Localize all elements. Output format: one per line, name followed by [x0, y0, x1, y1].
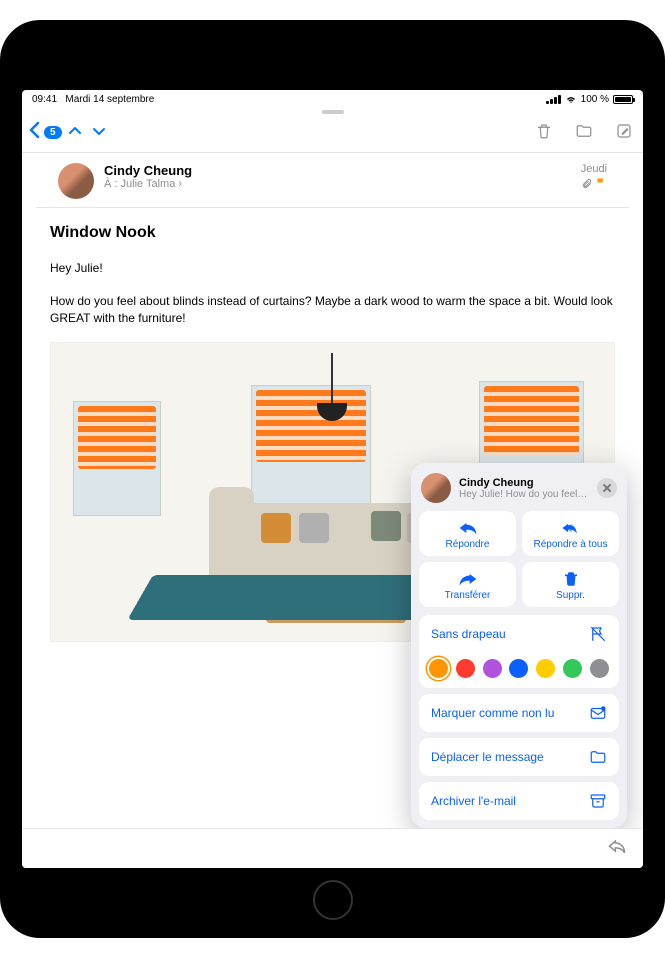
multitask-indicator[interactable]: [22, 103, 643, 117]
forward-button[interactable]: Transférer: [419, 562, 516, 607]
flag-icon: [595, 178, 607, 192]
chevron-right-icon: ›: [178, 178, 182, 190]
archive-label: Archiver l'e-mail: [431, 794, 516, 808]
recipient-name: Julie Talma: [121, 178, 176, 190]
forward-label: Transférer: [445, 590, 491, 601]
flag-off-icon: [589, 625, 607, 643]
popover-avatar: [421, 473, 451, 503]
popover-sender: Cindy Cheung: [459, 477, 589, 489]
mail-body-text: How do you feel about blinds instead of …: [50, 293, 615, 327]
reply-all-label: Répondre à tous: [534, 539, 608, 550]
flag-color-6[interactable]: [590, 659, 609, 678]
mail-subject: Window Nook: [50, 224, 615, 242]
archive-icon: [589, 792, 607, 810]
mail-navbar: 5: [22, 117, 643, 153]
next-message-button[interactable]: [92, 124, 106, 141]
envelope-dot-icon: [589, 704, 607, 722]
move-message-button[interactable]: Déplacer le message: [419, 738, 619, 776]
mark-unread-label: Marquer comme non lu: [431, 706, 554, 720]
trash-button[interactable]: [535, 122, 553, 143]
ipad-frame: 09:41 Mardi 14 septembre 100 % 5: [0, 20, 665, 938]
header-right: Jeudi: [581, 163, 607, 199]
mail-header: Cindy Cheung À : Julie Talma › Jeudi: [36, 153, 629, 208]
popover-header: Cindy Cheung Hey Julie! How do you feel …: [421, 473, 617, 503]
screen: 09:41 Mardi 14 septembre 100 % 5: [22, 90, 643, 868]
unflag-label: Sans drapeau: [431, 627, 506, 641]
bottom-toolbar: [22, 828, 643, 868]
to-prefix: À :: [104, 178, 117, 190]
flag-color-4[interactable]: [536, 659, 555, 678]
archive-button[interactable]: Archiver l'e-mail: [419, 782, 619, 820]
actions-popover: Cindy Cheung Hey Julie! How do you feel …: [411, 463, 627, 828]
move-button[interactable]: [575, 122, 593, 143]
reply-all-button[interactable]: Répondre à tous: [522, 511, 619, 556]
reply-label: Répondre: [446, 539, 490, 550]
compose-button[interactable]: [615, 122, 633, 143]
close-popover-button[interactable]: [597, 478, 617, 498]
prev-message-button[interactable]: [68, 124, 82, 141]
home-button[interactable]: [313, 880, 353, 920]
folder-icon: [589, 748, 607, 766]
delete-button[interactable]: Suppr.: [522, 562, 619, 607]
flag-color-1[interactable]: [456, 659, 475, 678]
wifi-icon: [565, 93, 577, 105]
header-meta: Cindy Cheung À : Julie Talma ›: [104, 163, 571, 199]
flag-section: Sans drapeau: [419, 615, 619, 688]
battery-icon: [613, 95, 633, 104]
sender-avatar[interactable]: [58, 163, 94, 199]
nav-left: 5: [28, 121, 108, 144]
unflag-button[interactable]: Sans drapeau: [419, 615, 619, 653]
flag-color-3[interactable]: [509, 659, 528, 678]
flag-color-row: [419, 653, 619, 688]
mail-greeting: Hey Julie!: [50, 260, 615, 277]
reply-toolbar-button[interactable]: [607, 837, 627, 860]
back-button[interactable]: [28, 121, 40, 144]
sender-name[interactable]: Cindy Cheung: [104, 163, 571, 178]
flag-color-5[interactable]: [563, 659, 582, 678]
cellular-icon: [546, 95, 561, 104]
status-date: Mardi 14 septembre: [65, 94, 154, 105]
delete-label: Suppr.: [556, 590, 585, 601]
reply-button[interactable]: Répondre: [419, 511, 516, 556]
battery-percent: 100 %: [581, 94, 609, 105]
popover-quick-actions: Répondre Répondre à tous Transférer Supp…: [419, 511, 619, 607]
move-label: Déplacer le message: [431, 750, 544, 764]
unread-badge[interactable]: 5: [44, 126, 62, 139]
mark-unread-button[interactable]: Marquer comme non lu: [419, 694, 619, 732]
status-time: 09:41: [32, 94, 57, 105]
popover-preview: Hey Julie! How do you feel ab…: [459, 489, 589, 500]
status-right: 100 %: [546, 93, 633, 105]
flag-color-2[interactable]: [483, 659, 502, 678]
flag-color-0[interactable]: [429, 659, 448, 678]
to-line[interactable]: À : Julie Talma ›: [104, 178, 571, 190]
attachment-icon: [581, 178, 595, 192]
status-left: 09:41 Mardi 14 septembre: [32, 94, 154, 105]
nav-right: [535, 122, 633, 143]
message-date: Jeudi: [581, 163, 607, 175]
